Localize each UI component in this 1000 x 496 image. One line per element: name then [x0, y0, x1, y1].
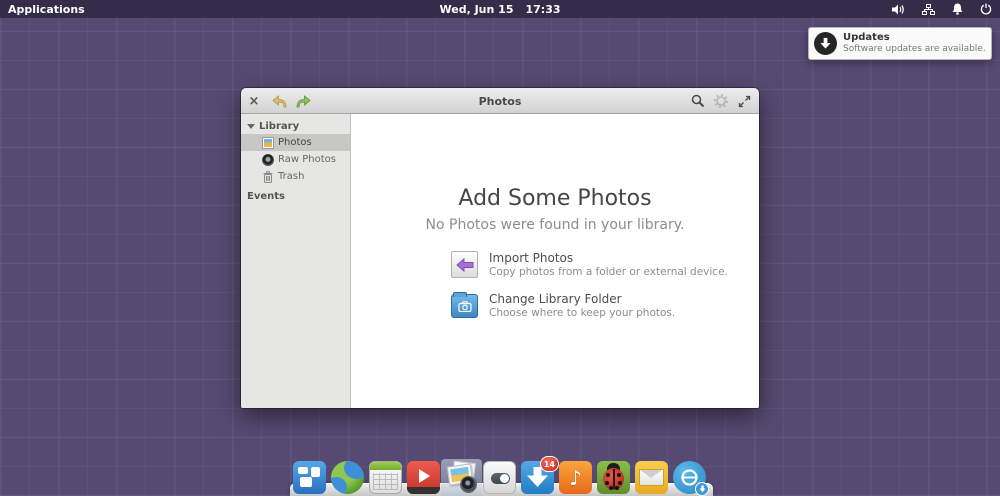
power-icon[interactable] — [980, 3, 992, 15]
search-icon[interactable] — [687, 88, 709, 114]
ladybug-icon — [597, 461, 630, 494]
panel-indicators — [892, 0, 992, 18]
sidebar-item-label: Photos — [278, 137, 312, 148]
photos-app-icon — [445, 460, 478, 494]
sidebar-item-photos[interactable]: Photos — [241, 134, 350, 151]
notification-title: Updates — [843, 32, 890, 43]
photos-window: × Photos Library Photos Raw Photos Trash… — [241, 88, 759, 408]
empty-state-subtitle: No Photos were found in your library. — [425, 217, 685, 233]
dock-item-calendar[interactable] — [369, 461, 402, 494]
sidebar-item-label: Trash — [278, 171, 305, 182]
music-note-glyph: ♪ — [569, 465, 582, 490]
action-text: Change Library Folder Choose where to ke… — [489, 292, 675, 320]
desktop: Applications Wed, Jun 15 17:33 Updates S… — [0, 0, 1000, 496]
dock-item-mail[interactable] — [635, 461, 668, 494]
import-photos-action[interactable]: Import Photos Copy photos from a folder … — [451, 251, 759, 279]
download-sub-badge — [695, 482, 709, 496]
sidebar-item-raw-photos[interactable]: Raw Photos — [241, 151, 350, 168]
notification-text: Updates Software updates are available. — [843, 32, 986, 55]
updates-count-badge: 14 — [539, 456, 559, 472]
photos-mini-icon — [262, 136, 274, 149]
network-icon[interactable] — [922, 3, 935, 15]
dock-items: 14 ♪ — [293, 456, 709, 496]
trash-mini-icon — [262, 170, 274, 183]
gear-icon[interactable] — [710, 88, 732, 114]
music-icon: ♪ — [559, 461, 592, 494]
action-label: Change Library Folder — [489, 292, 622, 306]
volume-icon[interactable] — [892, 4, 905, 15]
sidebar-item-trash[interactable]: Trash — [241, 168, 350, 185]
multitasking-view-icon — [293, 461, 326, 494]
redo-icon[interactable] — [293, 88, 313, 114]
panel-time: 17:33 — [525, 2, 561, 16]
dock-item-music[interactable]: ♪ — [559, 461, 592, 494]
close-button[interactable]: × — [245, 88, 263, 114]
panel-date: Wed, Jun 15 — [439, 2, 514, 16]
empty-state-title: Add Some Photos — [458, 186, 652, 211]
dock-item-bug-reporter[interactable] — [597, 461, 630, 494]
notifications-bell-icon[interactable] — [952, 3, 963, 15]
raw-photos-mini-icon — [262, 153, 274, 166]
expander-icon[interactable] — [247, 123, 255, 129]
titlebar[interactable]: × Photos — [241, 88, 759, 114]
calendar-icon — [369, 461, 402, 494]
change-library-folder-action[interactable]: Change Library Folder Choose where to ke… — [451, 292, 759, 320]
fullscreen-icon[interactable] — [733, 88, 755, 114]
videos-icon — [407, 461, 440, 494]
action-description: Copy photos from a folder or external de… — [489, 266, 728, 278]
sidebar: Library Photos Raw Photos Trash Events — [241, 114, 351, 408]
notification-body: Software updates are available. — [843, 44, 986, 54]
undo-icon[interactable] — [269, 88, 289, 114]
datetime-indicator[interactable]: Wed, Jun 15 17:33 — [0, 0, 1000, 18]
sidebar-item-label: Raw Photos — [278, 154, 336, 165]
dock-item-videos[interactable] — [407, 461, 440, 494]
web-browser-icon — [331, 461, 364, 494]
dock-item-multitasking-view[interactable] — [293, 461, 326, 494]
window-title: Photos — [478, 94, 522, 108]
events-header-label: Events — [247, 190, 285, 202]
update-notification[interactable]: Updates Software updates are available. — [808, 27, 992, 60]
dock-item-system-settings[interactable] — [483, 461, 516, 494]
top-panel: Applications Wed, Jun 15 17:33 — [0, 0, 1000, 18]
library-header-label: Library — [259, 120, 300, 132]
action-label: Import Photos — [489, 251, 574, 265]
import-photos-icon — [451, 251, 478, 278]
system-settings-icon — [483, 461, 516, 494]
software-update-download-icon — [814, 32, 837, 55]
empty-state-actions: Import Photos Copy photos from a folder … — [451, 251, 759, 320]
sidebar-header-events[interactable]: Events — [241, 188, 350, 204]
mail-icon — [635, 461, 668, 494]
dock-item-os-installer[interactable] — [673, 461, 709, 496]
action-text: Import Photos Copy photos from a folder … — [489, 251, 728, 279]
main-content: Add Some Photos No Photos were found in … — [351, 114, 759, 408]
dock-item-photos[interactable] — [441, 459, 482, 496]
library-folder-icon — [451, 292, 478, 318]
action-description: Choose where to keep your photos. — [489, 307, 676, 319]
sidebar-header-library[interactable]: Library — [241, 118, 350, 134]
dock-item-web-browser[interactable] — [331, 461, 364, 494]
dock-item-appcenter-updates[interactable]: 14 — [521, 456, 559, 494]
